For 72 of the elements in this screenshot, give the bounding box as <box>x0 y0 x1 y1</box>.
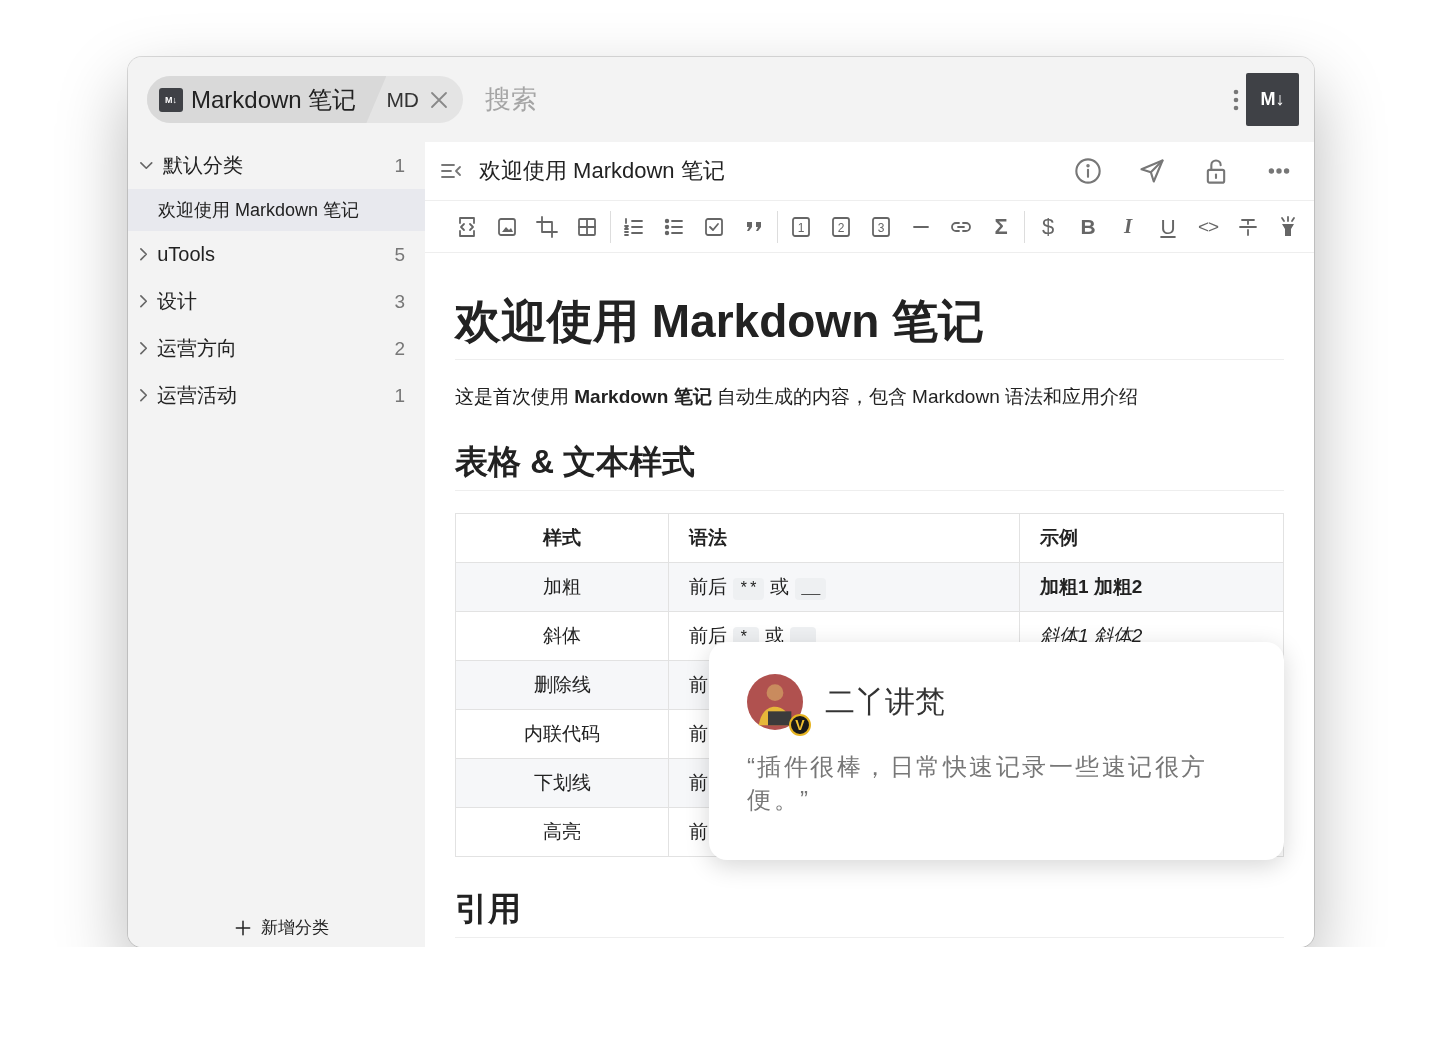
underline-button[interactable]: U <box>1148 208 1188 245</box>
syntax-text: 前后 <box>689 576 727 597</box>
table-cell: 内联代码 <box>455 709 669 759</box>
document-heading: 欢迎使用 Markdown 笔记 <box>455 293 1284 360</box>
code-button[interactable]: <> <box>1188 208 1228 245</box>
column-header: 语法 <box>668 513 1020 563</box>
heading-button[interactable]: 2 <box>821 208 861 245</box>
add-category-button[interactable]: 新增分类 <box>232 916 329 939</box>
search-field[interactable]: 搜索 <box>483 83 788 116</box>
category-name: 设计 <box>157 289 199 314</box>
table-cell: 斜体 <box>455 611 669 661</box>
chevron-right-icon <box>140 389 148 402</box>
note-item[interactable]: 欢迎使用 Markdown 笔记 <box>128 189 425 231</box>
note-count: 1 <box>394 384 405 407</box>
note-count: 2 <box>394 337 405 360</box>
section-heading: 表格 & 文本样式 <box>455 440 1284 491</box>
heading-button[interactable]: 1 <box>781 208 821 245</box>
heading-icon: 1 <box>789 214 813 239</box>
inline-code: ** <box>733 578 765 600</box>
syntax-text: 前 <box>689 723 708 744</box>
logo[interactable]: M↓ <box>1246 73 1299 126</box>
verified-badge: V <box>789 714 811 736</box>
inline-code: __ <box>795 578 827 600</box>
category-name: 默认分类 <box>162 153 244 178</box>
crop-icon <box>535 214 559 239</box>
sum-button[interactable]: Σ <box>981 208 1021 245</box>
review-quote: “插件很棒，日常快速记录一些速记很方便。” <box>747 752 1209 815</box>
syntax-text: 前 <box>689 674 708 695</box>
note-count: 5 <box>394 243 405 266</box>
category-name: uTools <box>157 243 216 266</box>
table-cell: 高亮 <box>455 807 669 857</box>
column-header: 样式 <box>455 513 669 563</box>
logo: M↓ <box>159 87 183 112</box>
chevron-right-icon <box>140 295 148 308</box>
category-item[interactable]: 设计 3 <box>128 278 425 325</box>
note-count: 3 <box>394 290 405 313</box>
syntax-text: 前 <box>689 821 708 842</box>
horizontal-line-icon <box>913 224 929 229</box>
category-item[interactable]: 默认分类 1 <box>128 142 425 189</box>
chevron-down-icon <box>140 161 153 170</box>
table-cell: 下划线 <box>455 758 669 808</box>
bold-button[interactable]: B <box>1068 208 1108 245</box>
math-button[interactable]: $ <box>1028 208 1068 245</box>
heading-button[interactable]: 3 <box>861 208 901 245</box>
avatar <box>747 674 803 730</box>
table-cell: 删除线 <box>455 660 669 710</box>
category-item[interactable]: uTools 5 <box>128 231 425 278</box>
heading-icon: 2 <box>829 214 853 239</box>
category-name: 运营方向 <box>157 336 239 361</box>
note-tab[interactable]: M↓ Markdown 笔记 <box>147 76 387 123</box>
chevron-right-icon <box>140 248 148 261</box>
category-item[interactable]: 运营活动 1 <box>128 372 425 419</box>
category-item[interactable]: 运营方向 2 <box>128 325 425 372</box>
section-heading: 引用 <box>455 887 1284 938</box>
reviewer-name: 二丫讲梵 <box>825 683 945 720</box>
intro-paragraph: 这是首次使用 Markdown 笔记 自动生成的内容，包含 Markdown 语法和应用介绍 <box>455 385 1139 409</box>
column-header: 示例 <box>1019 513 1284 563</box>
note-count: 1 <box>394 154 405 177</box>
heading-icon: 3 <box>869 214 893 239</box>
send-icon[interactable] <box>1138 157 1166 185</box>
syntax-text: 或 <box>770 576 790 597</box>
chevron-right-icon <box>140 342 148 355</box>
syntax-text: 前 <box>689 772 708 793</box>
syntax-text: 前后 <box>689 625 727 646</box>
quote-icon <box>746 221 762 232</box>
category-name: 运营活动 <box>157 383 239 408</box>
table-cell: 加粗 <box>455 562 669 612</box>
note-title: 欢迎使用 Markdown 笔记 <box>479 157 726 185</box>
italic-button[interactable]: I <box>1108 208 1148 245</box>
info-icon[interactable] <box>1074 157 1102 185</box>
example-text: 加粗1 加粗2 <box>1040 576 1143 597</box>
mode-label: MD <box>386 87 420 112</box>
